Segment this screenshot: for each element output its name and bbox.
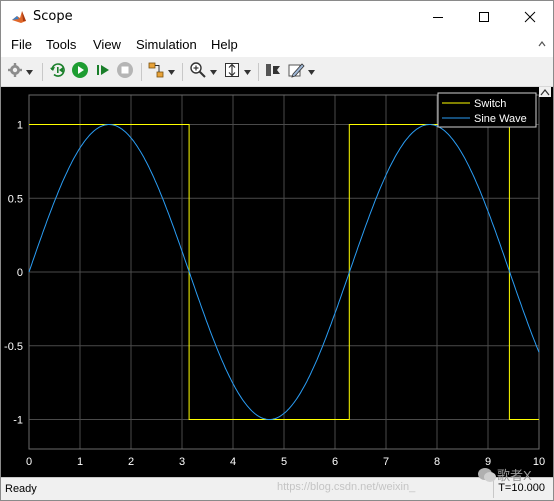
- matlab-icon: [11, 9, 27, 25]
- menu-help[interactable]: Help: [211, 37, 238, 52]
- x-tick-label: 10: [533, 456, 545, 468]
- menu-bar: File Tools View Simulation Help: [1, 33, 553, 57]
- style-icon: [287, 61, 305, 84]
- status-text: Ready: [5, 483, 37, 495]
- autoscale-icon: [223, 61, 241, 84]
- toolbar: [1, 57, 553, 87]
- close-button[interactable]: [507, 1, 553, 33]
- grid-lines: [28, 95, 540, 449]
- zoom-dropdown-arrow-icon[interactable]: [210, 69, 217, 75]
- stop-icon: [116, 61, 134, 84]
- minimize-button[interactable]: [415, 1, 461, 33]
- y-tick-label: 0.5: [8, 193, 23, 205]
- style-button[interactable]: [287, 61, 315, 83]
- window-title: Scope: [33, 9, 73, 24]
- scope-plot[interactable]: 0 1 2 3 4 5 6 7 8 9 10 10.50-0.5-1 SwitchSine Wave: [1, 87, 553, 477]
- menu-simulation[interactable]: Simulation: [136, 37, 197, 52]
- legend-entry: Switch: [474, 98, 506, 110]
- x-tick-label: 3: [179, 456, 185, 468]
- maximize-icon: [478, 11, 490, 23]
- undock-arrow-icon[interactable]: [539, 87, 551, 97]
- step-forward-icon: [94, 61, 112, 84]
- x-tick-label: 0: [26, 456, 32, 468]
- highlight-dropdown-arrow-icon[interactable]: [168, 69, 175, 75]
- x-tick-labels: 0 1 2 3 4 5 6 7 8 9 10: [26, 456, 545, 468]
- toolbar-divider: [141, 63, 142, 81]
- watermark-brand: 歌者X: [477, 465, 532, 484]
- y-tick-label: 1: [17, 120, 23, 132]
- settings-dropdown-arrow-icon[interactable]: [26, 69, 33, 75]
- write-button[interactable]: [264, 61, 282, 83]
- watermark-brand-text: 歌者X: [497, 468, 532, 483]
- step-back-icon: [49, 61, 67, 84]
- menu-expand-arrow-icon[interactable]: [537, 37, 547, 47]
- watermark-url: https://blog.csdn.net/weixin_: [277, 481, 416, 493]
- y-tick-label: -0.5: [4, 341, 23, 353]
- zoom-button[interactable]: [189, 61, 217, 83]
- x-tick-label: 4: [230, 456, 236, 468]
- legend-entry: Sine Wave: [474, 113, 527, 125]
- x-tick-label: 5: [281, 456, 287, 468]
- toolbar-divider: [42, 63, 43, 81]
- title-bar[interactable]: Scope: [1, 1, 553, 33]
- x-tick-label: 2: [128, 456, 134, 468]
- menu-tools[interactable]: Tools: [46, 37, 76, 52]
- wechat-icon: [478, 467, 496, 482]
- autoscale-dropdown-arrow-icon[interactable]: [244, 69, 251, 75]
- settings-button[interactable]: [7, 61, 33, 83]
- settings-icon: [7, 62, 23, 83]
- x-tick-label: 7: [383, 456, 389, 468]
- maximize-button[interactable]: [461, 1, 507, 33]
- scope-window: Scope File Tools View Simulation Help 0 …: [0, 0, 554, 501]
- scope-display[interactable]: 0 1 2 3 4 5 6 7 8 9 10 1 0.5 0 -0.5 -1 Switch Sine Wave: [1, 87, 553, 477]
- stop-button[interactable]: [116, 61, 134, 83]
- x-tick-label: 6: [332, 456, 338, 468]
- autoscale-button[interactable]: [223, 61, 251, 83]
- menu-view[interactable]: View: [93, 37, 121, 52]
- highlight-icon: [147, 61, 165, 84]
- highlight-button[interactable]: [147, 61, 175, 83]
- write-icon: [264, 61, 282, 84]
- run-icon: [71, 61, 89, 84]
- x-tick-label: 8: [434, 456, 440, 468]
- x-tick-label: 1: [77, 456, 83, 468]
- y-tick-label: 0: [17, 267, 23, 279]
- step-forward-button[interactable]: [94, 61, 112, 83]
- run-button[interactable]: [71, 61, 89, 83]
- step-back-button[interactable]: [49, 61, 67, 83]
- toolbar-divider: [182, 63, 183, 81]
- minimize-icon: [432, 11, 444, 23]
- y-tick-label: -1: [13, 415, 23, 427]
- close-icon: [524, 11, 536, 23]
- y-tick-labels: 1 0.5 0 -0.5 -1: [4, 120, 23, 427]
- zoom-in-icon: [189, 61, 207, 84]
- toolbar-divider: [258, 63, 259, 81]
- legend[interactable]: Switch Sine Wave: [437, 92, 537, 128]
- style-dropdown-arrow-icon[interactable]: [308, 69, 315, 75]
- menu-file[interactable]: File: [11, 37, 32, 52]
